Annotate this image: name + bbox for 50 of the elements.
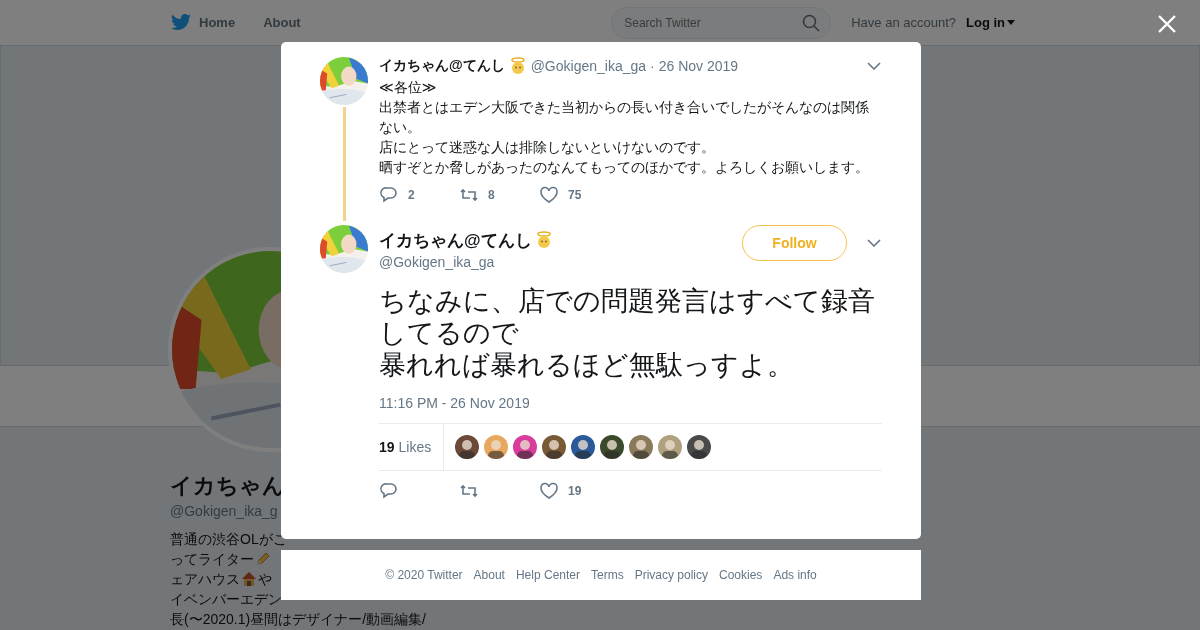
likes-link[interactable]: 19 Likes [379, 424, 444, 470]
footer-link[interactable]: Help Center [515, 568, 580, 582]
house-icon [241, 571, 257, 587]
separator: · [650, 58, 655, 74]
tweet-text: 晒すぞとか脅しがあったのなんてもってのほかです。よろしくお願いします。 [379, 158, 870, 177]
account-prompt: Have an account? [851, 15, 956, 30]
angel-icon [534, 231, 553, 249]
angel-icon [508, 57, 527, 75]
chevron-icon[interactable] [867, 239, 881, 247]
tweet-text: ちなみに、店での問題発言はすべて録音してるので [379, 285, 876, 349]
nav-link[interactable]: Home [199, 15, 236, 30]
nav-link[interactable]: About [263, 15, 301, 30]
login-link[interactable]: Log in [966, 15, 1015, 30]
author-handle[interactable]: @Gokigen_ika_ga [530, 58, 647, 74]
reply-icon[interactable] [379, 185, 399, 205]
profile-handle: @Gokigen_ika_g [170, 503, 278, 519]
author-name[interactable]: イカちゃん@てんし [379, 228, 532, 252]
close-icon[interactable] [1158, 15, 1176, 33]
tweet-text: 店にとって迷惑な人は排除しないといけないのです。 [379, 138, 716, 157]
bio-text: や [258, 570, 272, 589]
bio-text: イベンバーエデン [170, 590, 282, 609]
like-count: 19 [568, 484, 582, 498]
footer-link[interactable]: Terms [591, 568, 624, 582]
tweet-date[interactable]: 26 Nov 2019 [658, 58, 739, 74]
bio-text: ってライター [170, 550, 254, 569]
like-icon[interactable] [539, 185, 559, 205]
footer-link[interactable]: About [473, 568, 505, 582]
chevron-icon[interactable] [867, 62, 881, 70]
bio-text: ェアハウス [170, 570, 240, 589]
tweet-text: 暴れれば暴れるほど無駄っすよ。 [379, 349, 795, 381]
copyright-text: © 2020 Twitter [385, 568, 463, 582]
tweet-timestamp[interactable]: 11:16 PM - 26 Nov 2019 [379, 395, 882, 411]
author-name[interactable]: イカちゃん@てんし [379, 57, 505, 75]
bio-text: 長(〜2020.1)昼間はデザイナー/動画編集/ [170, 610, 426, 629]
author-handle[interactable]: @Gokigen_ika_ga [379, 253, 742, 270]
footer-link[interactable]: Cookies [719, 568, 763, 582]
search-icon[interactable] [802, 13, 821, 32]
tweet-text: ≪各位≫ [379, 78, 438, 97]
caret-icon [1007, 20, 1015, 25]
footer-link[interactable]: Ads info [773, 568, 817, 582]
tweet-text: 出禁者とはエデン大阪できた当初からの長い付き合いでしたがそんなのは関係ない。 [379, 98, 870, 137]
reply-count: 2 [408, 188, 415, 202]
profile-name: イカちゃん [170, 472, 285, 500]
footer-link[interactable]: Privacy policy [634, 568, 708, 582]
like-count: 75 [568, 188, 582, 202]
reply-icon[interactable] [379, 481, 399, 501]
search-field[interactable]: Search Twitter [611, 6, 832, 39]
like-icon[interactable] [539, 481, 559, 501]
pencil-icon [255, 551, 271, 567]
retweet-count: 8 [488, 188, 495, 202]
